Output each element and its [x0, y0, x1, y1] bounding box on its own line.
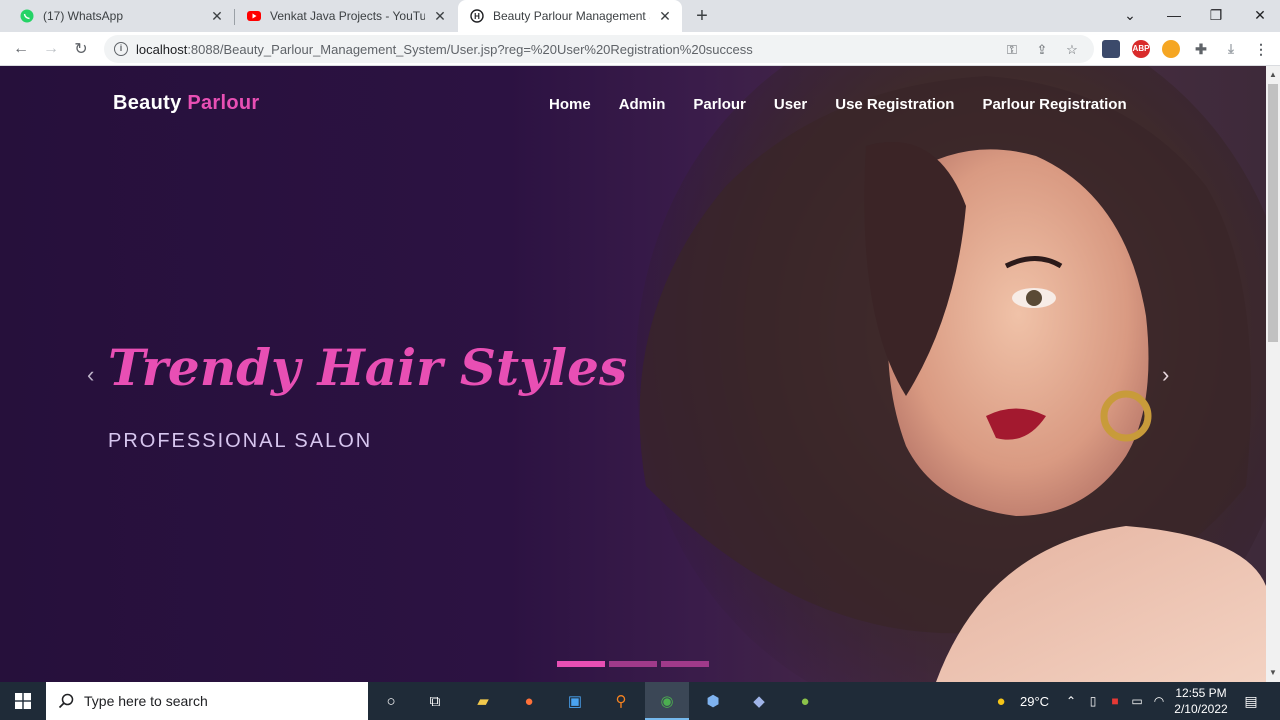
- address-bar[interactable]: i localhost:8088/Beauty_Parlour_Manageme…: [104, 35, 1094, 63]
- app-icon[interactable]: ●: [792, 688, 818, 714]
- carousel-indicators: [557, 661, 709, 667]
- notification-icon[interactable]: ▤: [1238, 688, 1264, 714]
- whatsapp-icon: [20, 9, 34, 23]
- search-icon: [58, 693, 74, 709]
- download-icon[interactable]: ⤓: [1222, 40, 1240, 58]
- nav-parlour-registration[interactable]: Parlour Registration: [982, 96, 1126, 113]
- tab-search-chevron-icon[interactable]: ⌄: [1108, 0, 1152, 30]
- key-icon[interactable]: ⚿: [1004, 42, 1020, 58]
- carousel-indicator[interactable]: [609, 661, 657, 667]
- close-tab-icon[interactable]: ✕: [208, 7, 226, 25]
- windows-logo-icon: [15, 693, 31, 709]
- hero-title: Trendy Hair Styles: [108, 338, 628, 397]
- maximize-button[interactable]: ❐: [1194, 0, 1238, 30]
- tab-title: Venkat Java Projects - YouTube: [270, 9, 425, 23]
- reload-button[interactable]: ↻: [68, 36, 94, 62]
- main-nav: Home Admin Parlour User Use Registration…: [549, 96, 1127, 113]
- carousel-next-chevron-icon[interactable]: ›: [1162, 362, 1169, 388]
- carousel-indicator[interactable]: [661, 661, 709, 667]
- tab-whatsapp[interactable]: (17) WhatsApp ✕: [8, 0, 234, 32]
- bookmark-star-icon[interactable]: ☆: [1064, 42, 1080, 58]
- extension-icon[interactable]: [1162, 40, 1180, 58]
- forward-button[interactable]: →: [38, 36, 64, 62]
- chrome-icon[interactable]: ◉: [654, 688, 680, 714]
- brand-logo[interactable]: Beauty Parlour: [113, 92, 259, 115]
- task-view-icon[interactable]: ⧉: [422, 688, 448, 714]
- tab-title: (17) WhatsApp: [43, 9, 124, 23]
- store-icon[interactable]: ▣: [562, 688, 588, 714]
- puzzle-extensions-icon[interactable]: ✚: [1192, 40, 1210, 58]
- carousel-indicator[interactable]: [557, 661, 605, 667]
- back-button[interactable]: ←: [8, 36, 34, 62]
- weather-temp[interactable]: 29°C: [1020, 694, 1049, 709]
- scrollbar-thumb[interactable]: [1268, 84, 1278, 342]
- cortana-icon[interactable]: ○: [378, 688, 404, 714]
- url-host: localhost: [136, 41, 188, 57]
- firefox-icon[interactable]: ●: [516, 688, 542, 714]
- new-tab-button[interactable]: +: [690, 4, 714, 28]
- close-window-button[interactable]: ✕: [1238, 0, 1280, 30]
- scroll-down-arrow-icon[interactable]: ▼: [1266, 666, 1280, 680]
- youtube-icon: [247, 11, 261, 21]
- browser-toolbar: ← → ↻ i localhost:8088/Beauty_Parlour_Ma…: [0, 32, 1280, 66]
- search-app-icon[interactable]: ⚲: [608, 688, 634, 714]
- clock-date: 2/10/2022: [1174, 702, 1228, 716]
- windows-taskbar: Type here to search ○ ⧉ ▰ ● ▣ ⚲ ◉ ⬢ ◆ ● …: [0, 682, 1280, 720]
- shield-extension-icon[interactable]: [1102, 40, 1120, 58]
- menu-kebab-icon[interactable]: ⋮: [1252, 40, 1270, 58]
- virtualbox-icon[interactable]: ⬢: [700, 688, 726, 714]
- clock-time: 12:55 PM: [1175, 686, 1227, 700]
- nav-admin[interactable]: Admin: [619, 96, 666, 113]
- system-clock[interactable]: 12:55 PM 2/10/2022: [1170, 685, 1232, 717]
- svg-text:H: H: [474, 12, 480, 21]
- carousel-prev-chevron-icon[interactable]: ‹: [87, 362, 94, 388]
- tab-youtube[interactable]: Venkat Java Projects - YouTube ✕: [235, 0, 457, 32]
- hero-subtitle: PROFESSIONAL SALON: [108, 430, 373, 452]
- page-scrollbar[interactable]: ▲ ▼: [1266, 66, 1280, 682]
- tab-title: Beauty Parlour Management Syst: [493, 9, 650, 23]
- scroll-up-arrow-icon[interactable]: ▲: [1266, 68, 1280, 82]
- site-info-icon[interactable]: i: [114, 42, 128, 56]
- brand-primary: Beauty: [113, 92, 182, 114]
- url-path: :8088/Beauty_Parlour_Management_System/U…: [187, 41, 753, 57]
- share-icon[interactable]: ⇪: [1034, 42, 1050, 58]
- tab-strip: (17) WhatsApp ✕ Venkat Java Projects - Y…: [0, 0, 1280, 32]
- file-explorer-icon[interactable]: ▰: [470, 688, 496, 714]
- weather-sun-icon: ●: [996, 692, 1006, 710]
- minimize-button[interactable]: —: [1152, 0, 1196, 30]
- brand-accent: Parlour: [187, 92, 260, 114]
- nav-parlour[interactable]: Parlour: [693, 96, 746, 113]
- close-tab-icon[interactable]: ✕: [656, 7, 674, 25]
- start-button[interactable]: [0, 682, 46, 720]
- wifi-icon[interactable]: ◠: [1146, 688, 1172, 714]
- h-site-icon: H: [470, 9, 484, 23]
- nav-home[interactable]: Home: [549, 96, 591, 113]
- page-viewport: Beauty Parlour Home Admin Parlour User U…: [0, 66, 1266, 682]
- close-tab-icon[interactable]: ✕: [431, 7, 449, 25]
- search-placeholder: Type here to search: [84, 693, 208, 709]
- nav-user[interactable]: User: [774, 96, 807, 113]
- nav-use-registration[interactable]: Use Registration: [835, 96, 954, 113]
- tab-beauty-parlour[interactable]: H Beauty Parlour Management Syst ✕: [458, 0, 682, 32]
- adblock-extension-icon[interactable]: ABP: [1132, 40, 1150, 58]
- eclipse-icon[interactable]: ◆: [746, 688, 772, 714]
- taskbar-search-box[interactable]: Type here to search: [46, 682, 368, 720]
